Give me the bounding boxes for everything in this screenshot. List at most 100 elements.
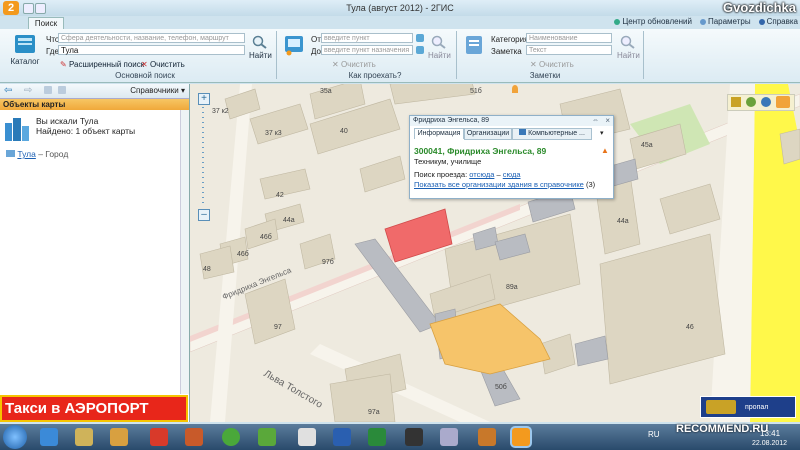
directories-dropdown[interactable]: Справочники ▾: [130, 86, 185, 95]
house-number: 48: [203, 266, 211, 273]
2gis-taskbar-icon[interactable]: [512, 428, 530, 446]
gps-icon[interactable]: [761, 97, 771, 107]
eraser-icon: ✕: [141, 60, 148, 69]
word-icon[interactable]: [333, 428, 351, 446]
route-search-line: Поиск проезда: отсюда – сюда: [414, 170, 521, 179]
main-find-button[interactable]: Найти: [249, 35, 272, 60]
eraser-icon: ✕: [332, 60, 339, 69]
building-info-popup: Фридриха Энгельса, 89 ⇔ × Информация Орг…: [409, 115, 614, 199]
excel-icon[interactable]: [368, 428, 386, 446]
chrome-icon[interactable]: [222, 428, 240, 446]
from-input[interactable]: введите пункт отправления: [321, 33, 413, 52]
show-organizations-link[interactable]: Показать все организации здания в справо…: [414, 180, 584, 189]
media-icon[interactable]: [185, 428, 203, 446]
house-number: 35а: [320, 88, 332, 95]
book-icon: [15, 35, 35, 53]
where-input[interactable]: Тула: [58, 45, 245, 55]
house-number: 42: [276, 192, 284, 199]
advanced-search-icon: ✎: [60, 60, 67, 69]
zoom-out-button[interactable]: –: [198, 209, 210, 221]
house-number: 97а: [368, 409, 380, 416]
house-number: 44а: [617, 218, 629, 225]
house-number: 45а: [641, 142, 653, 149]
notes-group-label: Заметки: [529, 71, 561, 80]
catalog-button[interactable]: Каталог: [8, 33, 42, 66]
map-pin-icon[interactable]: [512, 85, 518, 93]
buildings-icon: [5, 118, 29, 141]
panel-header: Объекты карты: [0, 99, 189, 110]
zoom-slider[interactable]: [202, 107, 204, 207]
help-link[interactable]: Справка: [758, 17, 798, 26]
tab-computer[interactable]: Компьютерные ...: [512, 128, 592, 140]
taxi-ad-banner[interactable]: Такси в АЭРОПОРТ: [0, 395, 188, 422]
layers-icon[interactable]: [746, 97, 756, 107]
calculator-icon[interactable]: [440, 428, 458, 446]
chevron-down-icon[interactable]: ▾: [600, 129, 604, 137]
settings-link[interactable]: Параметры: [699, 17, 751, 26]
pin-icon[interactable]: ⇔: [592, 117, 599, 124]
group-divider: [456, 31, 457, 79]
left-panel-scrollbar[interactable]: [180, 110, 189, 394]
print-icon[interactable]: [44, 86, 52, 94]
back-icon[interactable]: ⇦: [4, 85, 12, 96]
zoom-control[interactable]: + –: [198, 93, 210, 221]
magnifier-icon: [252, 35, 267, 49]
clock-date[interactable]: 22.08.2012: [752, 440, 787, 447]
magnifier-icon: [620, 35, 635, 49]
folder-icon[interactable]: [110, 428, 128, 446]
group-divider: [276, 31, 277, 79]
notes-clear-link[interactable]: ✕ Очистить: [530, 60, 574, 69]
eraser-icon: ✕: [530, 60, 537, 69]
notes-icon-button[interactable]: [462, 33, 486, 59]
route-find-button[interactable]: Найти: [428, 35, 451, 60]
main-clear-link[interactable]: ✕ Очистить: [141, 60, 185, 69]
route-clear-link[interactable]: ✕ Очистить: [332, 60, 376, 69]
opera-icon[interactable]: [150, 428, 168, 446]
route-to-link[interactable]: сюда: [503, 170, 521, 179]
ruler-icon[interactable]: [731, 97, 741, 107]
close-icon[interactable]: ×: [605, 116, 610, 125]
advanced-search-link[interactable]: ✎ Расширенный поиск: [60, 60, 144, 69]
search-query-text: Вы искали Тула: [36, 116, 99, 126]
pick-to-map-icon[interactable]: [416, 46, 424, 54]
user-watermark: Gvozdichka: [723, 0, 796, 15]
map-tools: [727, 94, 795, 111]
note-input[interactable]: Текст: [526, 45, 612, 55]
computer-icon: [519, 129, 527, 135]
start-button[interactable]: [3, 425, 27, 449]
building-address: 300041, Фридриха Энгельса, 89: [414, 146, 547, 156]
language-indicator[interactable]: RU: [648, 430, 660, 439]
group-divider: [643, 31, 644, 79]
magnifier-icon: [431, 35, 446, 49]
what-input[interactable]: Сфера деятельности, название, телефон, м…: [58, 33, 245, 43]
route-from-link[interactable]: отсюда: [469, 170, 494, 179]
tab-information[interactable]: Информация: [414, 128, 464, 139]
pick-from-map-icon[interactable]: [416, 34, 424, 42]
paint-icon[interactable]: [478, 428, 496, 446]
zoom-in-button[interactable]: +: [198, 93, 210, 105]
updates-link[interactable]: Центр обновлений: [614, 17, 692, 26]
warning-icon[interactable]: ▲: [601, 146, 609, 155]
result-item-city[interactable]: Тула – Город: [6, 149, 68, 159]
settings-icon: [699, 18, 706, 25]
to-input[interactable]: введите пункт назначения: [321, 45, 413, 55]
send-icon[interactable]: [58, 86, 66, 94]
forward-icon[interactable]: ⇨: [24, 85, 32, 96]
tab-organizations[interactable]: Организации: [464, 128, 512, 140]
player-icon[interactable]: [405, 428, 423, 446]
utorrent-icon[interactable]: [258, 428, 276, 446]
ie-icon[interactable]: [40, 428, 58, 446]
house-number: 89а: [506, 284, 518, 291]
notes-find-button[interactable]: Найти: [617, 35, 640, 60]
police-emblem-icon: [706, 400, 736, 414]
house-number: 50б: [495, 384, 507, 391]
selection-icon[interactable]: [776, 96, 790, 108]
clock-time[interactable]: 13:41: [760, 429, 780, 438]
notepad-icon[interactable]: [298, 428, 316, 446]
house-number: 46: [686, 324, 694, 331]
to-label: До: [311, 47, 321, 56]
explorer-icon[interactable]: [75, 428, 93, 446]
route-icon-button[interactable]: [282, 33, 306, 59]
category-select[interactable]: Наименование: [526, 33, 612, 43]
recommend-watermark: RECOMMEND.RU: [676, 423, 769, 435]
